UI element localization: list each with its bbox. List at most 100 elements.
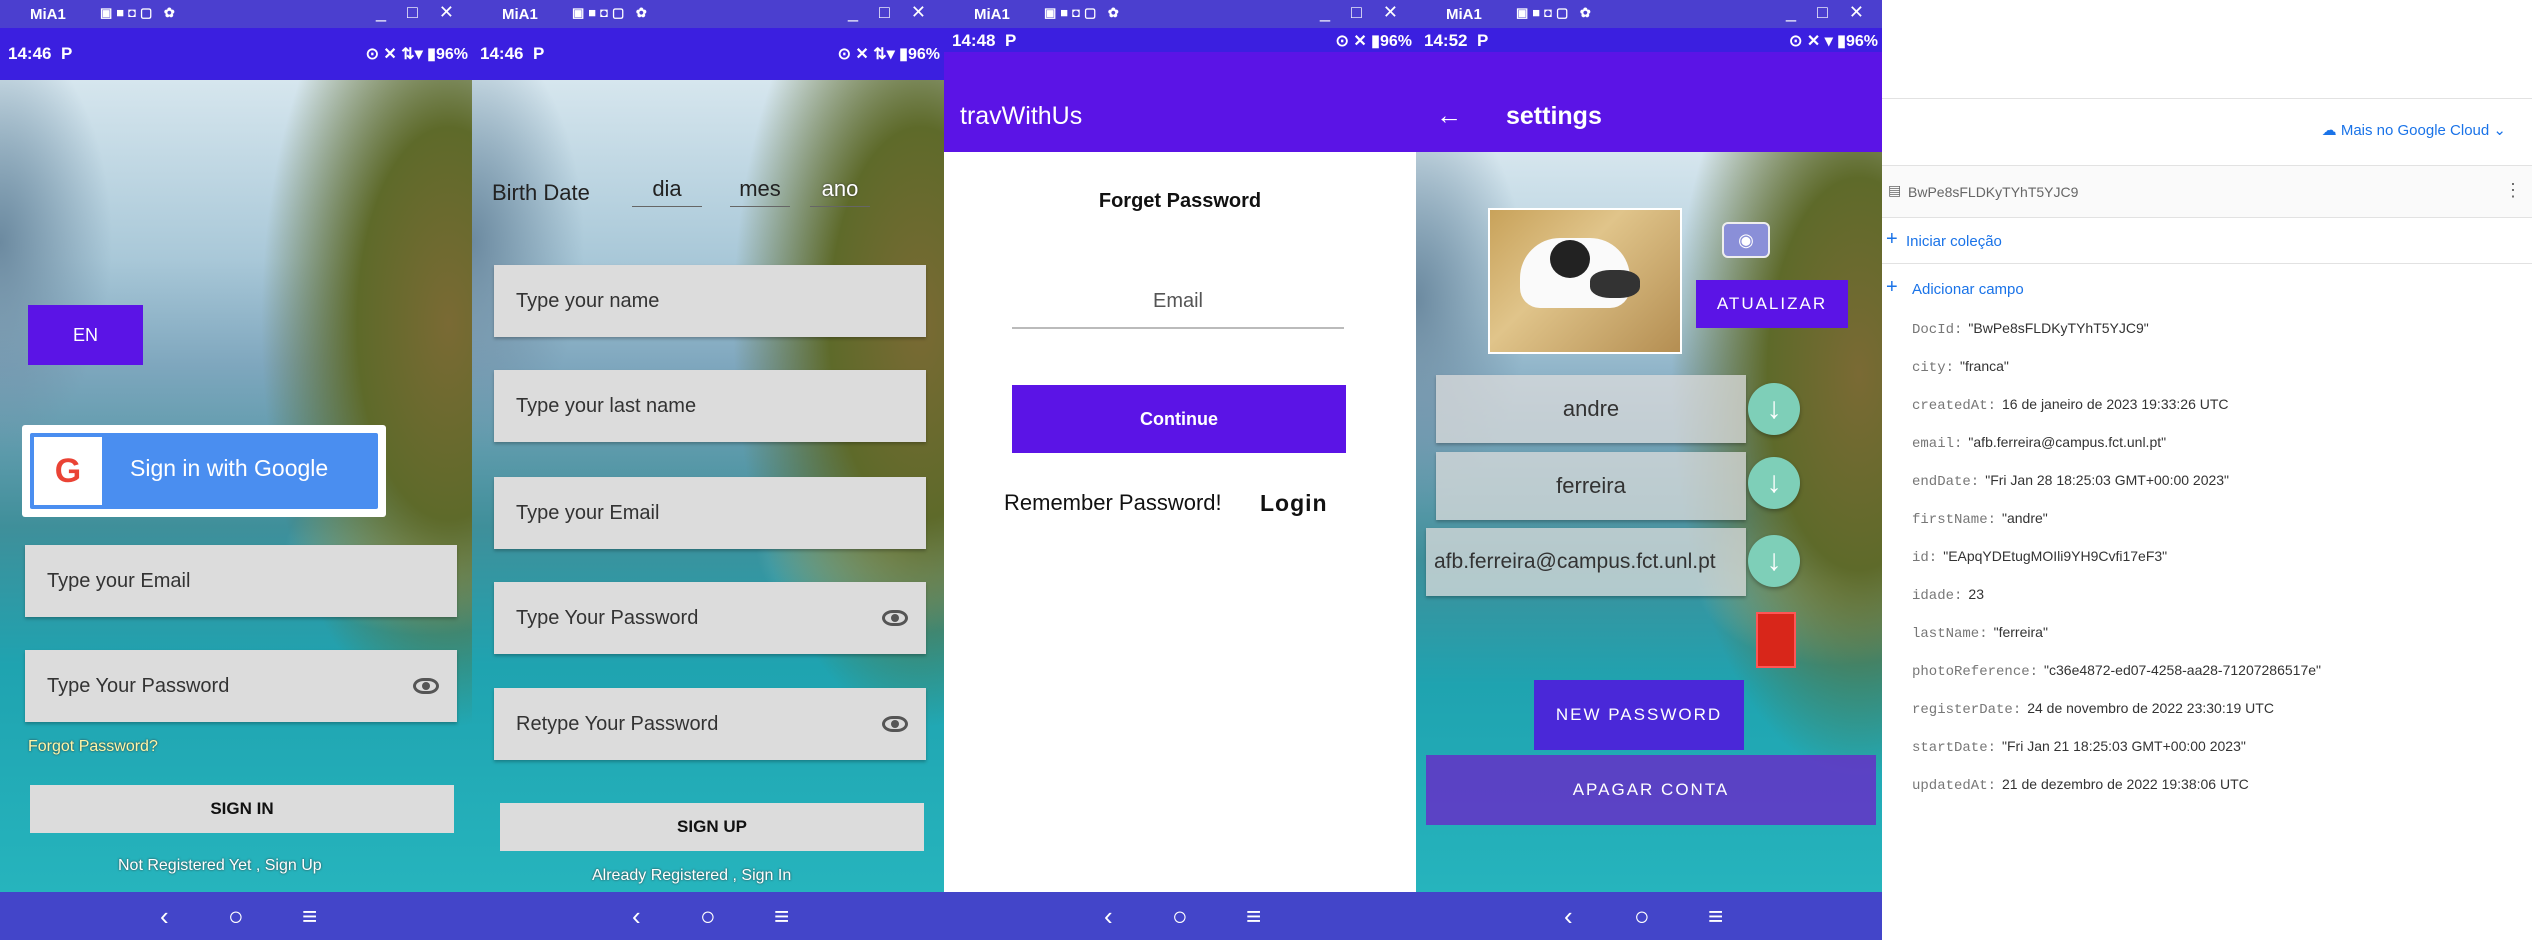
continue-button[interactable]: Continue — [1012, 385, 1346, 453]
field-row[interactable]: city: "franca" — [1912, 358, 2009, 376]
login-link[interactable]: Login — [1260, 490, 1328, 517]
forget-password-screen: MiA1 ▣■◘▢ ✿ _ □ ✕ 14:48 P ⊙ ✕ ▮96% travW… — [944, 0, 1416, 940]
password-field[interactable]: Type Your Password — [494, 582, 926, 654]
nav-bar: ‹ ○ ≡ — [944, 892, 1416, 940]
month-field[interactable]: mes — [730, 176, 790, 207]
home-icon[interactable]: ○ — [228, 901, 244, 932]
field-row[interactable]: endDate: "Fri Jan 28 18:25:03 GMT+00:00 2… — [1912, 472, 2229, 490]
field-row[interactable]: registerDate: 24 de novembro de 2022 23:3… — [1912, 700, 2274, 718]
status-icons: ⊙ ✕ ⇅▾ ▮96% — [837, 46, 940, 63]
add-field-row[interactable]: + Adicionar campo — [1882, 270, 2532, 310]
last-name-field[interactable]: Type your last name — [494, 370, 926, 442]
signin-link[interactable]: Already Registered , Sign In — [592, 867, 791, 885]
name-field[interactable]: Type your name — [494, 265, 926, 337]
document-icon: ▤ — [1888, 182, 1902, 198]
google-icon: G — [34, 437, 102, 505]
status-bar: 14:52 P ⊙ ✕ ▾ ▮96% — [1416, 28, 1882, 52]
forgot-password-link[interactable]: Forgot Password? — [28, 738, 158, 756]
field-value: "c36e4872-ed07-4258-aa28-71207286517e" — [2044, 662, 2321, 678]
cloud-icon: ☁ — [2321, 122, 2337, 139]
menu-icon[interactable]: ≡ — [1246, 901, 1261, 932]
home-icon[interactable]: ○ — [1172, 901, 1188, 932]
home-icon[interactable]: ○ — [1634, 901, 1650, 932]
field-key: startDate: — [1912, 740, 1997, 756]
window-title: MiA1 — [502, 6, 538, 23]
status-bar: 14:46 P ⊙ ✕ ⇅▾ ▮96% — [472, 28, 944, 80]
save-email-icon[interactable]: ↓ — [1748, 535, 1800, 587]
field-row[interactable]: email: "afb.ferreira@campus.fct.unl.pt" — [1912, 434, 2166, 452]
save-first-name-icon[interactable]: ↓ — [1748, 383, 1800, 435]
birth-date-label: Birth Date — [492, 180, 590, 205]
back-icon[interactable]: ‹ — [1564, 901, 1573, 932]
back-icon[interactable]: ‹ — [632, 901, 641, 932]
window-controls[interactable]: _ □ ✕ — [1320, 2, 1406, 23]
back-arrow-icon[interactable]: ← — [1436, 100, 1462, 131]
field-row[interactable]: DocId: "BwPe8sFLDKyTYhT5YJC9" — [1912, 320, 2149, 338]
menu-icon[interactable]: ≡ — [1708, 901, 1723, 932]
field-key: idade: — [1912, 588, 1963, 604]
window-controls[interactable]: _ □ ✕ — [376, 2, 462, 23]
day-field[interactable]: dia — [632, 176, 702, 207]
document-header: ▤ BwPe8sFLDKyTYhT5YJC9 ⋮ — [1882, 166, 2532, 218]
menu-icon[interactable]: ≡ — [774, 901, 789, 932]
signin-button[interactable]: SIGN IN — [30, 785, 454, 833]
google-signin-button[interactable]: G Sign in with Google — [22, 425, 386, 517]
eye-icon[interactable] — [413, 678, 439, 694]
camera-icon[interactable]: ◉ — [1722, 222, 1770, 258]
password-field[interactable]: Type Your Password — [25, 650, 457, 722]
field-value: "EApqYDEtugMOIli9YH9Cvfi17eF3" — [1943, 548, 2168, 564]
email-field[interactable]: Type your Email — [25, 545, 457, 617]
app-title: travWithUs — [960, 102, 1083, 130]
delete-icon[interactable] — [1756, 612, 1796, 668]
status-time: 14:46 P — [480, 44, 545, 63]
new-password-button[interactable]: NEW PASSWORD — [1534, 680, 1744, 750]
email-field[interactable]: afb.ferreira@campus.fct.unl.pt — [1426, 528, 1746, 596]
field-row[interactable]: createdAt: 16 de janeiro de 2023 19:33:26… — [1912, 396, 2229, 414]
email-field[interactable]: Type your Email — [494, 477, 926, 549]
field-key: DocId: — [1912, 322, 1963, 338]
field-row[interactable]: id: "EApqYDEtugMOIli9YH9Cvfi17eF3" — [1912, 548, 2167, 566]
back-icon[interactable]: ‹ — [1104, 901, 1113, 932]
back-icon[interactable]: ‹ — [160, 901, 169, 932]
field-value: "franca" — [1960, 358, 2009, 374]
window-titlebar: MiA1 ▣■◘▢ ✿ _ □ ✕ — [472, 0, 944, 28]
start-collection-row[interactable]: + Iniciar coleção — [1882, 218, 2532, 264]
home-icon[interactable]: ○ — [700, 901, 716, 932]
eye-icon[interactable] — [882, 610, 908, 626]
app-bar: travWithUs — [944, 52, 1416, 152]
year-field[interactable]: ano — [810, 176, 870, 207]
field-row[interactable]: startDate: "Fri Jan 21 18:25:03 GMT+00:00… — [1912, 738, 2246, 756]
first-name-field[interactable]: andre — [1436, 375, 1746, 443]
signup-button[interactable]: SIGN UP — [500, 803, 924, 851]
email-input[interactable]: Email — [1012, 290, 1344, 329]
save-last-name-icon[interactable]: ↓ — [1748, 457, 1800, 509]
field-row[interactable]: updatedAt: 21 de dezembro de 2022 19:38:0… — [1912, 776, 2249, 794]
retype-password-field[interactable]: Retype Your Password — [494, 688, 926, 760]
field-row[interactable]: lastName: "ferreira" — [1912, 624, 2048, 642]
eye-icon[interactable] — [882, 716, 908, 732]
window-controls[interactable]: _ □ ✕ — [848, 2, 934, 23]
field-row[interactable]: firstName: "andre" — [1912, 510, 2048, 528]
status-icons: ⊙ ✕ ⇅▾ ▮96% — [365, 46, 468, 63]
status-time: 14:48 P — [952, 31, 1017, 50]
last-name-field[interactable]: ferreira — [1436, 452, 1746, 520]
field-value: 21 de dezembro de 2022 19:38:06 UTC — [2002, 776, 2249, 792]
field-row[interactable]: idade: 23 — [1912, 586, 1984, 604]
signup-link[interactable]: Not Registered Yet , Sign Up — [118, 857, 322, 875]
field-row[interactable]: photoReference: "c36e4872-ed07-4258-aa28-… — [1912, 662, 2321, 680]
language-button[interactable]: EN — [28, 305, 143, 365]
field-value: "Fri Jan 28 18:25:03 GMT+00:00 2023" — [1985, 472, 2230, 488]
more-vert-icon[interactable]: ⋮ — [2504, 180, 2522, 201]
plus-icon: + — [1886, 228, 1898, 250]
field-value: "afb.ferreira@campus.fct.unl.pt" — [1968, 434, 2167, 450]
window-icons: ▣■◘▢ ✿ — [100, 5, 179, 20]
update-button[interactable]: ATUALIZAR — [1696, 280, 1848, 328]
firestore-panel: ☁ Mais no Google Cloud ⌄ ▤ BwPe8sFLDKyTY… — [1882, 0, 2532, 940]
window-controls[interactable]: _ □ ✕ — [1786, 2, 1872, 23]
nav-bar: ‹ ○ ≡ — [0, 892, 472, 940]
delete-account-button[interactable]: APAGAR CONTA — [1426, 755, 1876, 825]
window-icons: ▣■◘▢ ✿ — [1516, 5, 1595, 20]
menu-icon[interactable]: ≡ — [302, 901, 317, 932]
field-key: firstName: — [1912, 512, 1997, 528]
cloud-link[interactable]: ☁ Mais no Google Cloud ⌄ — [2322, 121, 2506, 139]
